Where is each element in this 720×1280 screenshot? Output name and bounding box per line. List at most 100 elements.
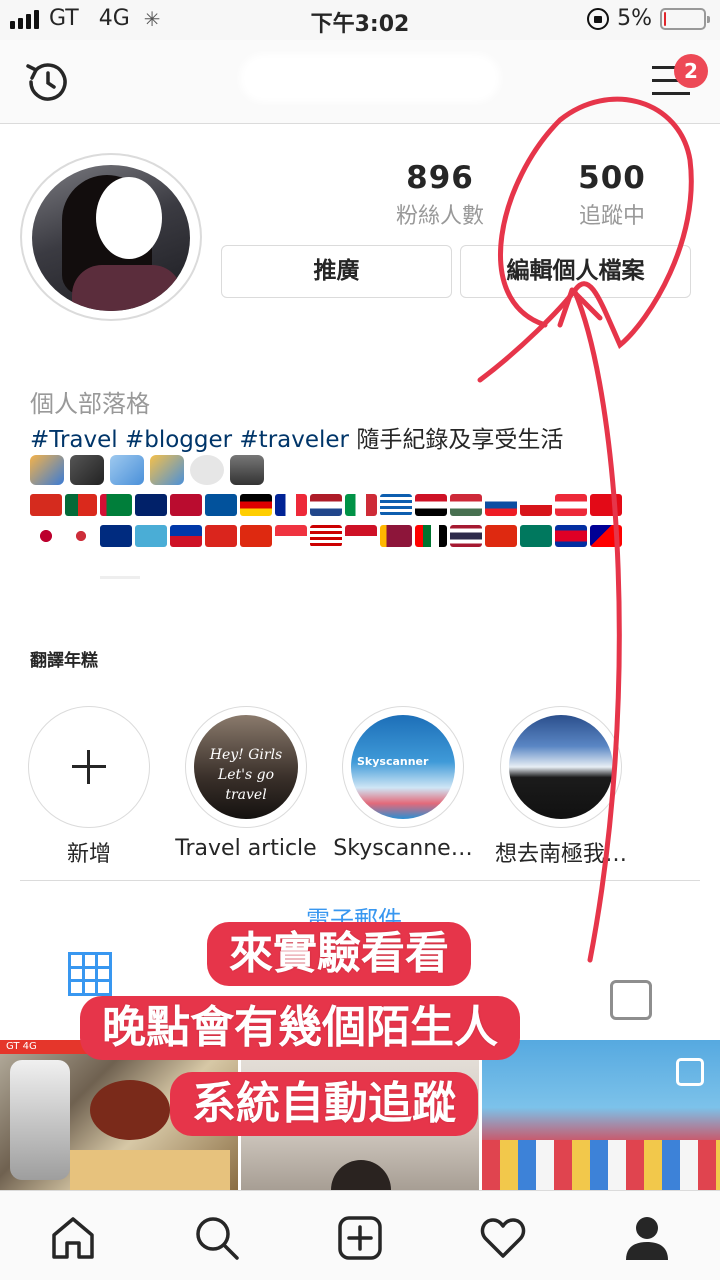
- flag-icon: [520, 494, 552, 516]
- flag-icon: [590, 494, 622, 516]
- battery-percent: 5%: [617, 6, 652, 31]
- bio-text: #Travel #blogger #traveler 隨手紀錄及享受生活: [30, 420, 563, 454]
- flag-icon: [30, 494, 62, 516]
- highlight-cover: Skyscanner: [351, 715, 455, 819]
- following-count: 500: [578, 160, 646, 196]
- rotation-lock-icon: [587, 7, 610, 30]
- volleyball-emoji-icon: [190, 455, 224, 485]
- top-nav-bar: [0, 40, 720, 124]
- profile-avatar[interactable]: [20, 153, 202, 321]
- airplane-emoji-icon: [110, 455, 144, 485]
- flag-icon: [205, 525, 237, 547]
- highlight-new[interactable]: 新增: [28, 706, 150, 868]
- username-title-redacted: [240, 54, 500, 102]
- flag-icon: [30, 525, 62, 547]
- flag-icon: [555, 525, 587, 547]
- promote-button[interactable]: 推廣: [221, 245, 452, 298]
- battery-icon: [660, 7, 710, 30]
- grid-photo[interactable]: [482, 1040, 720, 1190]
- highlight-travel-article[interactable]: Hey! Girls Let's go travel Travel articl…: [175, 706, 317, 861]
- flag-icon: [345, 494, 377, 516]
- tagged-photos-icon[interactable]: [610, 980, 652, 1020]
- status-bar: GT 4G ✳ 下午3:02 5%: [0, 0, 720, 40]
- flag-icon: [65, 494, 97, 516]
- grid-view-icon[interactable]: [68, 952, 112, 996]
- followers-stat[interactable]: 896 粉絲人數: [370, 160, 510, 230]
- highlight-antarctica[interactable]: 想去南極我…: [495, 706, 627, 868]
- plus-icon: [72, 750, 106, 784]
- flag-icon: [170, 494, 202, 516]
- annotation-line-2: 晚點會有幾個陌生人: [80, 996, 520, 1060]
- email-link[interactable]: 電子郵件: [306, 900, 402, 922]
- highlight-ring: [28, 706, 150, 828]
- battery-fill: [664, 11, 666, 26]
- flag-icon: [100, 525, 132, 547]
- highlight-label: 想去南極我…: [494, 842, 627, 867]
- highlight-label: Skyscanne…: [333, 836, 473, 861]
- section-divider: [20, 880, 700, 881]
- bio-hashtags[interactable]: #Travel #blogger #traveler: [30, 427, 349, 453]
- search-icon[interactable]: [192, 1213, 242, 1263]
- flag-icon: [170, 525, 202, 547]
- translate-label[interactable]: 翻譯年糕: [30, 646, 98, 671]
- flag-icon: [520, 525, 552, 547]
- profile-category: 個人部落格: [30, 390, 150, 418]
- photo-status-text: GT 4G: [6, 1041, 37, 1052]
- history-icon[interactable]: [22, 56, 74, 108]
- flag-icon: [275, 494, 307, 516]
- flag-icon: [205, 494, 237, 516]
- flag-icon: [135, 494, 167, 516]
- snowboarding-emoji-icon: [30, 455, 64, 485]
- flag-icon: [100, 494, 132, 516]
- heart-icon[interactable]: [478, 1213, 528, 1263]
- flag-icon: [485, 525, 517, 547]
- swimmer-emoji-icon: [150, 455, 184, 485]
- annotation-line-3: 系統自動追蹤: [170, 1072, 478, 1136]
- profile-icon[interactable]: [622, 1213, 672, 1263]
- flag-row-1: [30, 494, 622, 516]
- edit-profile-button[interactable]: 編輯個人檔案: [460, 245, 691, 298]
- highlight-ring: Hey! Girls Let's go travel: [185, 706, 307, 828]
- flag-icon: [380, 494, 412, 516]
- highlight-cover: [509, 715, 613, 819]
- flag-icon: [450, 525, 482, 547]
- flag-icon: [275, 525, 307, 547]
- flag-icon: [590, 525, 622, 547]
- highlight-cover-text: Skyscanner: [357, 755, 429, 768]
- highlight-cover: Hey! Girls Let's go travel: [194, 715, 298, 819]
- flag-icon: [415, 525, 447, 547]
- highlight-ring: [500, 706, 622, 828]
- highlight-cover-text: Hey! Girls Let's go travel: [209, 747, 283, 803]
- followers-label: 粉絲人數: [395, 204, 484, 229]
- menu-notification-badge: 2: [674, 54, 708, 88]
- following-label: 追蹤中: [578, 204, 645, 229]
- photo-detail: [70, 1150, 230, 1190]
- photo-detail: [90, 1080, 170, 1140]
- photo-detail: [482, 1140, 720, 1190]
- highlight-label: 新增: [66, 842, 111, 867]
- annotation-circle-stroke: [477, 96, 694, 383]
- following-stat[interactable]: 500 追蹤中: [542, 160, 682, 230]
- flag-icon: [310, 525, 342, 547]
- photo-detail: [10, 1060, 70, 1180]
- camera-emoji-icon: [230, 455, 264, 485]
- flag-icon: [240, 494, 272, 516]
- add-post-icon[interactable]: [335, 1213, 385, 1263]
- bottom-nav-bar: [0, 1190, 720, 1280]
- highlight-ring: Skyscanner: [342, 706, 464, 828]
- flag-icon: [380, 525, 412, 547]
- home-icon[interactable]: [48, 1213, 98, 1263]
- highlight-skyscanner[interactable]: Skyscanner Skyscanne…: [333, 706, 473, 861]
- flag-icon: [240, 525, 272, 547]
- bio-description: 隨手紀錄及享受生活: [356, 427, 564, 453]
- flag-icon: [415, 494, 447, 516]
- microphone-emoji-icon: [70, 455, 104, 485]
- avatar-image: [32, 165, 190, 311]
- highlight-label: Travel article: [175, 836, 317, 861]
- flag-icon: [310, 494, 342, 516]
- flag-icon: [485, 494, 517, 516]
- followers-count: 896: [406, 160, 474, 196]
- multiple-photos-icon: [676, 1058, 704, 1086]
- photo-detail: [331, 1160, 391, 1190]
- flag-icon: [345, 525, 377, 547]
